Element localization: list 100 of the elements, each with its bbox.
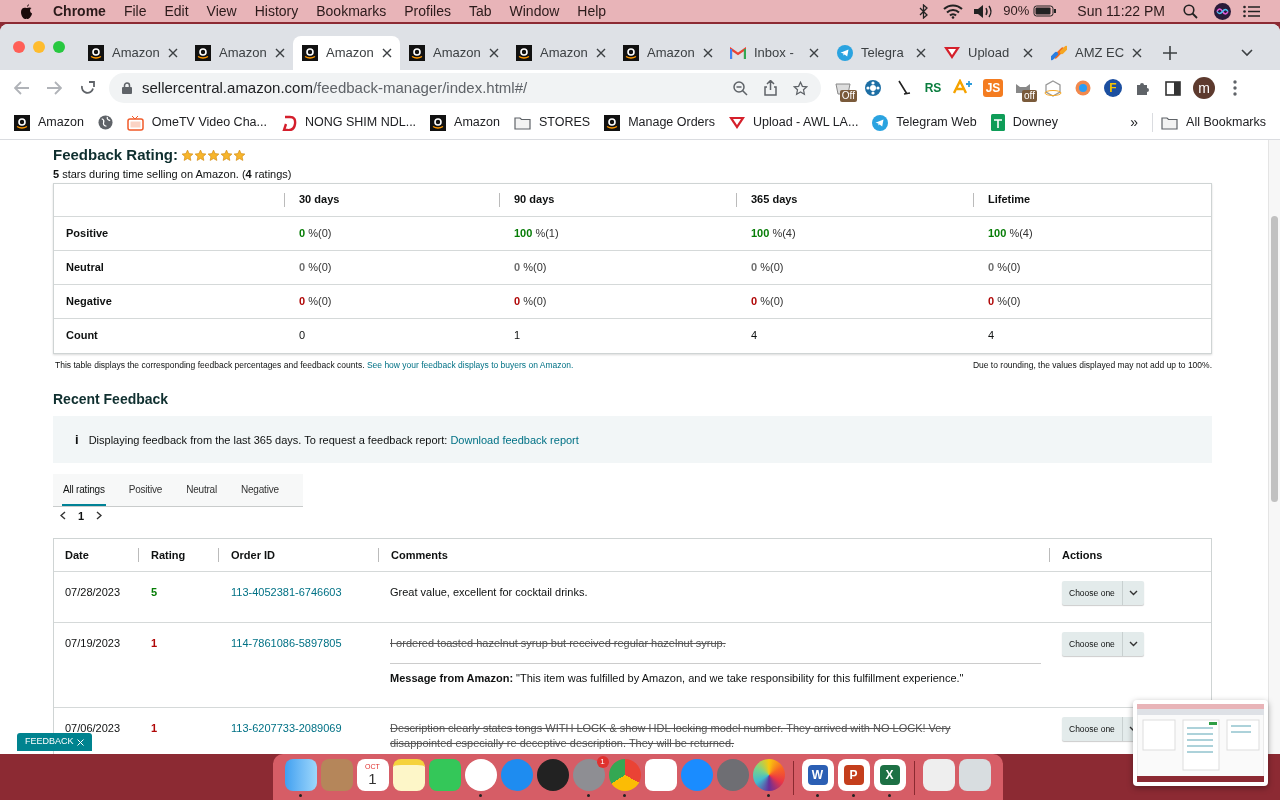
running-indicator xyxy=(479,794,482,797)
feedback-rating-title: Feedback Rating: xyxy=(53,145,179,165)
new-tab-icon[interactable] xyxy=(1163,46,1177,60)
order-id-link[interactable]: 114-7861086-5897805 xyxy=(218,636,378,651)
running-indicator xyxy=(623,794,626,797)
office-app-icon[interactable]: W xyxy=(801,759,834,791)
date-cell-text: 07/06/2023 xyxy=(64,721,122,736)
amazon-logo-icon xyxy=(302,45,318,61)
reminders-app-icon[interactable] xyxy=(644,759,677,791)
more-icon[interactable] xyxy=(1233,80,1237,96)
menu-item[interactable]: Edit xyxy=(164,0,189,22)
music-app-icon[interactable] xyxy=(464,759,497,791)
paper-plane-icon xyxy=(837,45,853,61)
bookmark[interactable]: NONG SHIM NDL... xyxy=(280,113,417,132)
filter-tab[interactable]: Negative xyxy=(240,474,280,507)
feedback-display-link[interactable]: See how your feedback displays to buyers on Amazon. xyxy=(366,359,574,370)
next-page-icon[interactable] xyxy=(96,511,103,521)
menu-item[interactable]: File xyxy=(123,0,147,22)
bookmark[interactable]: OmeTV Video Cha... xyxy=(126,113,267,132)
bookmark[interactable]: All Bookmarks xyxy=(1152,113,1266,132)
extension-icon[interactable]: RS xyxy=(919,74,947,102)
browser-tab[interactable]: Upload xyxy=(935,36,1042,70)
office-app-icon[interactable]: X xyxy=(873,759,906,791)
action-dropdown[interactable]: Choose one xyxy=(1062,632,1144,657)
close-icon[interactable] xyxy=(702,48,713,58)
trash-icon[interactable] xyxy=(958,759,991,791)
previous-page-icon[interactable] xyxy=(60,511,66,521)
zoom-out-icon[interactable] xyxy=(733,80,748,96)
action-dropdown[interactable]: Choose one xyxy=(1062,581,1144,606)
triangle-logo-icon xyxy=(944,46,960,60)
browser-tab[interactable]: Amazon xyxy=(507,36,614,70)
bookmark[interactable]: Telegram Web xyxy=(872,113,977,132)
clock[interactable]: Sun 11:22 PM xyxy=(1077,0,1165,22)
document-icon[interactable] xyxy=(922,759,955,791)
table-cell-text: 0 %(0) xyxy=(298,225,333,241)
share-icon[interactable] xyxy=(764,80,777,96)
scrollbar-thumb[interactable] xyxy=(1271,216,1278,502)
close-icon[interactable] xyxy=(274,48,285,58)
wifi-icon[interactable] xyxy=(943,3,964,19)
bookmark[interactable]: Amazon xyxy=(14,113,84,132)
bookmark[interactable]: STORES xyxy=(513,113,591,132)
menu-item[interactable]: Tab xyxy=(468,0,492,22)
reload-icon[interactable] xyxy=(80,80,95,96)
feedback-button[interactable]: FEEDBACK xyxy=(17,733,92,751)
bookmark[interactable]: Upload - AWL LA... xyxy=(729,113,859,132)
close-icon[interactable] xyxy=(1023,48,1033,58)
browser-tab[interactable]: Amazon xyxy=(614,36,721,70)
control-center-icon[interactable] xyxy=(1243,4,1260,18)
close-icon[interactable] xyxy=(1132,48,1143,58)
menu-item[interactable]: Profiles xyxy=(404,0,451,22)
download-report-link[interactable]: Download feedback report xyxy=(450,433,579,446)
office-app-icon[interactable]: P xyxy=(837,759,870,791)
photos-app-icon[interactable] xyxy=(752,759,785,791)
order-id-link[interactable]: 113-6207733-2089069 xyxy=(218,721,378,736)
close-icon[interactable] xyxy=(809,48,819,58)
close-icon[interactable] xyxy=(916,48,926,58)
bookmark[interactable]: Downey xyxy=(990,113,1058,132)
script-logo-icon xyxy=(280,114,297,131)
bookmark[interactable] xyxy=(97,115,113,130)
menu-item[interactable]: History xyxy=(254,0,299,22)
bluetooth-icon[interactable] xyxy=(919,3,930,19)
menu-item[interactable]: Help xyxy=(577,0,607,22)
siri-icon[interactable] xyxy=(1214,2,1231,20)
star-icon xyxy=(207,148,221,162)
browser-tab[interactable]: Inbox - xyxy=(721,36,828,70)
browser-tab[interactable]: Amazon xyxy=(79,36,186,70)
browser-tab[interactable]: Amazon xyxy=(293,36,400,70)
filter-tab[interactable]: Positive xyxy=(127,474,164,507)
close-icon[interactable] xyxy=(595,48,606,58)
search-icon[interactable] xyxy=(1183,3,1198,19)
browser-tab[interactable]: AMZ EC xyxy=(1042,36,1149,70)
chevron-down-icon[interactable] xyxy=(1241,49,1253,57)
scrollbar[interactable] xyxy=(1268,140,1280,754)
menu-item[interactable]: Bookmarks xyxy=(316,0,387,22)
menu-item[interactable]: View xyxy=(206,0,237,22)
order-id-link[interactable]: 113-4052381-6746603 xyxy=(218,585,378,600)
more-bookmarks-button[interactable]: » xyxy=(1130,112,1139,133)
battery-icon[interactable] xyxy=(1033,5,1058,17)
bookmark[interactable]: Amazon xyxy=(430,113,500,132)
browser-tab[interactable]: Amazon xyxy=(186,36,293,70)
table-cell-text: 0 %(0) xyxy=(750,259,785,275)
close-icon[interactable] xyxy=(381,48,392,58)
close-icon[interactable] xyxy=(488,48,499,58)
menu-item[interactable]: Window xyxy=(509,0,560,22)
apple-icon[interactable] xyxy=(20,3,33,19)
star-outline-icon[interactable] xyxy=(793,80,808,96)
notes-app-icon[interactable] xyxy=(392,759,425,791)
siri-app-icon[interactable] xyxy=(536,759,569,791)
column-header: 30 days xyxy=(299,192,340,208)
profile-avatar[interactable]: m xyxy=(1193,77,1215,99)
menu-item[interactable]: Chrome xyxy=(53,0,106,22)
page-number[interactable]: 1 xyxy=(78,507,85,524)
close-icon[interactable] xyxy=(167,48,178,58)
browser-tab[interactable]: Telegra xyxy=(828,36,935,70)
filter-tab[interactable]: All ratings xyxy=(62,474,106,507)
bookmark[interactable]: Manage Orders xyxy=(604,113,715,132)
filter-tab[interactable]: Neutral xyxy=(185,474,218,507)
address-bar[interactable]: sellercentral.amazon.com/feedback-manager/index.html#/ xyxy=(109,73,821,103)
browser-tab[interactable]: Amazon xyxy=(400,36,507,70)
amazon-logo-icon xyxy=(623,45,639,61)
